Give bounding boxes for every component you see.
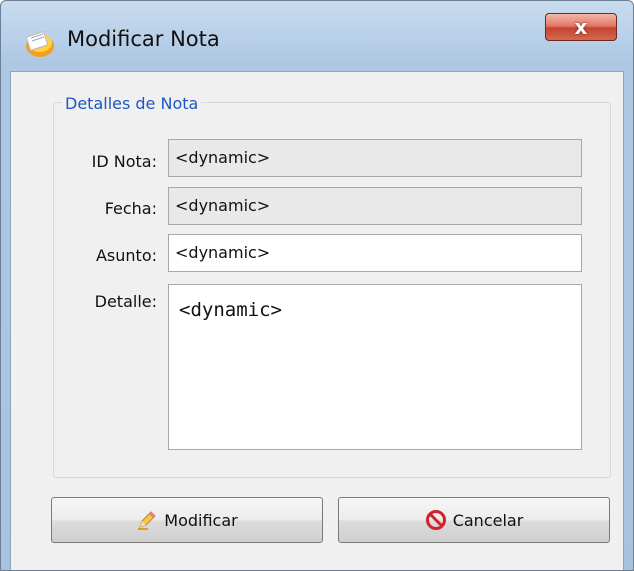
dialog-body: Detalles de Nota ID Nota: <dynamic> Fech… xyxy=(10,71,624,570)
id-nota-field: <dynamic> xyxy=(168,139,582,177)
group-title: Detalles de Nota xyxy=(62,94,202,113)
cancelar-button[interactable]: Cancelar xyxy=(338,497,610,543)
fecha-label: Fecha: xyxy=(104,199,157,218)
modificar-label: Modificar xyxy=(164,510,238,530)
id-nota-label: ID Nota: xyxy=(91,152,157,171)
close-button[interactable]: x xyxy=(545,13,617,41)
note-icon xyxy=(25,30,54,57)
modificar-button-content: Modificar xyxy=(52,498,322,542)
close-icon: x xyxy=(574,15,588,39)
cancel-icon xyxy=(425,510,446,530)
asunto-input[interactable]: <dynamic> xyxy=(168,234,582,272)
modificar-button[interactable]: Modificar xyxy=(51,497,323,543)
dialog-window: Modificar Nota x Detalles de Nota ID Not… xyxy=(0,0,634,571)
pencil-icon xyxy=(138,511,156,530)
cancelar-button-content: Cancelar xyxy=(339,498,609,542)
detalle-label: Detalle: xyxy=(94,292,157,311)
window-title: Modificar Nota xyxy=(67,27,220,51)
asunto-label: Asunto: xyxy=(95,246,157,265)
title-bar[interactable]: Modificar Nota x xyxy=(1,1,633,71)
cancelar-label: Cancelar xyxy=(452,510,524,530)
detalle-textarea[interactable]: <dynamic> xyxy=(168,284,582,450)
fecha-field: <dynamic> xyxy=(168,187,582,225)
